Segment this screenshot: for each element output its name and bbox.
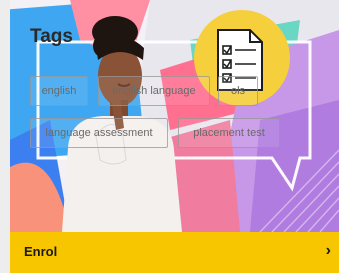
tag-ols[interactable]: ols [218,76,258,106]
course-banner: Tags english english language ols langua… [10,0,339,232]
tag-language-assessment[interactable]: language assessment [30,118,168,148]
tag-english-language[interactable]: english language [98,76,210,106]
course-card: Tags english english language ols langua… [0,0,339,273]
tag-placement-test[interactable]: placement test [178,118,280,148]
enrol-button[interactable]: Enrol › [10,232,339,273]
enrol-label: Enrol [24,244,58,259]
tags-title: Tags [30,26,73,47]
tag-english[interactable]: english [30,76,88,106]
chevron-right-icon: › [325,242,331,259]
card-left-strip [0,0,10,273]
